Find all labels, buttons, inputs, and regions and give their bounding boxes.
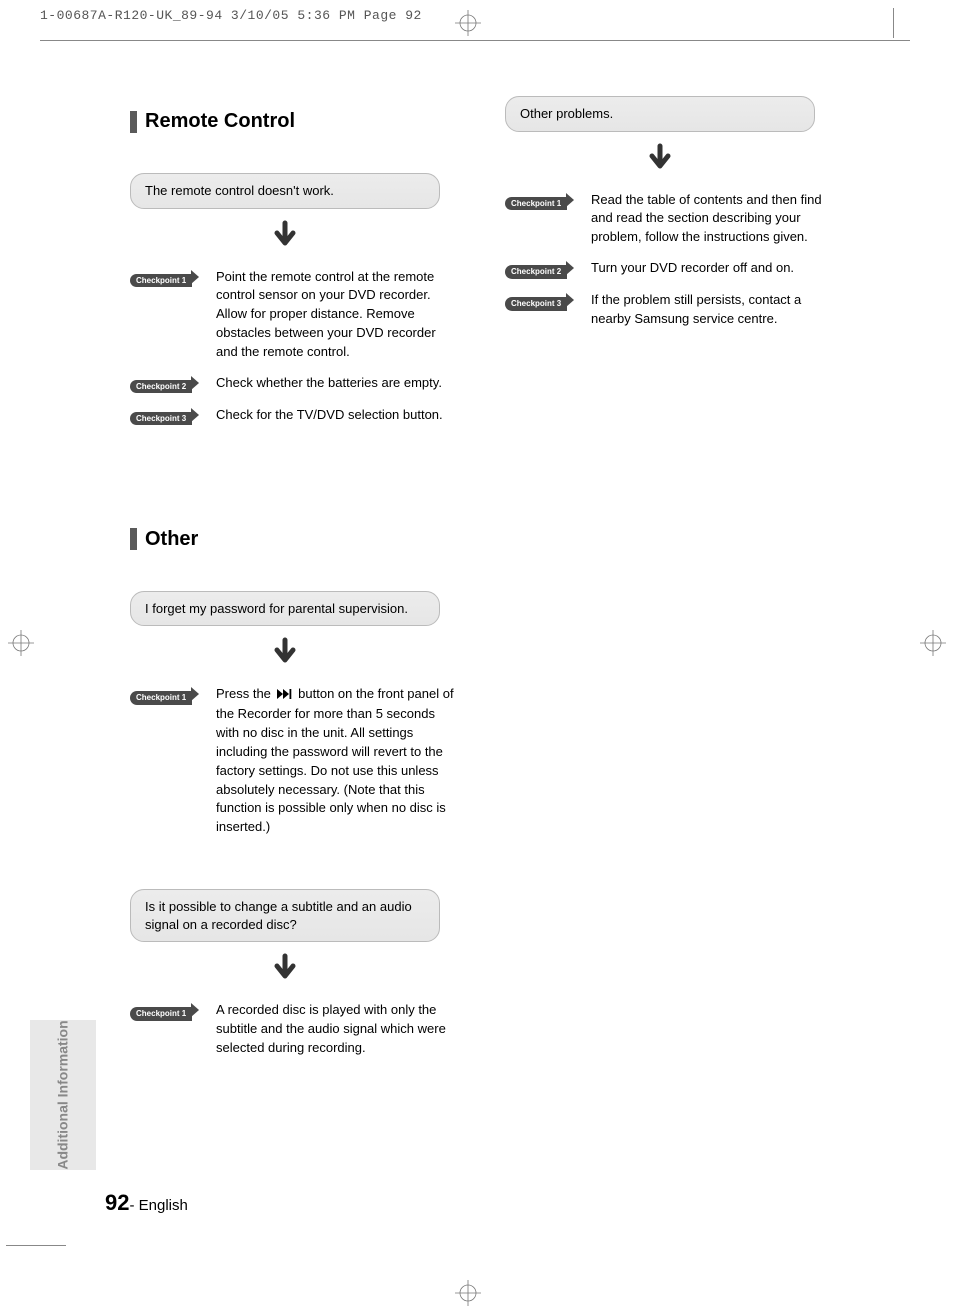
badge-arrow-icon	[566, 293, 574, 307]
badge-arrow-icon	[191, 408, 199, 422]
checkpoint-text: If the problem still persists, contact a…	[591, 291, 835, 329]
heading-text: Other	[145, 528, 198, 551]
right-column: Other problems. Checkpoint 1 Read the ta…	[505, 90, 840, 1070]
skip-forward-icon	[277, 686, 293, 705]
checkpoint-text: Turn your DVD recorder off and on.	[591, 259, 835, 278]
section-heading-remote: Remote Control	[130, 110, 465, 133]
side-tab: Additional Information	[30, 1020, 96, 1170]
checkpoint-badge: Checkpoint 1	[130, 270, 200, 288]
print-slug: 1-00687A-R120-UK_89-94 3/10/05 5:36 PM P…	[40, 8, 422, 23]
arrow-down-icon	[130, 952, 440, 989]
badge-arrow-icon	[191, 1003, 199, 1017]
checkpoint-row: Checkpoint 1 Point the remote control at…	[130, 268, 460, 362]
checkpoint-label: Checkpoint 3	[505, 297, 567, 311]
heading-text: Remote Control	[145, 110, 295, 133]
checkpoint-badge: Checkpoint 2	[130, 376, 200, 394]
cp-text-after: button on the front panel of the Recorde…	[216, 686, 454, 834]
checkpoint-row: Checkpoint 2 Turn your DVD recorder off …	[505, 259, 835, 279]
side-tab-label: Additional Information	[55, 1020, 71, 1169]
checkpoint-badge: Checkpoint 1	[505, 193, 575, 211]
checkpoint-row: Checkpoint 3 If the problem still persis…	[505, 291, 835, 329]
cp-text-before: Press the	[216, 686, 275, 701]
checkpoint-badge: Checkpoint 3	[130, 408, 200, 426]
left-column: Remote Control The remote control doesn'…	[130, 90, 465, 1070]
checkpoint-label: Checkpoint 3	[130, 412, 192, 426]
badge-arrow-icon	[566, 193, 574, 207]
badge-arrow-icon	[191, 687, 199, 701]
checkpoint-label: Checkpoint 1	[130, 1007, 192, 1021]
checkpoint-text: Check whether the batteries are empty.	[216, 374, 460, 393]
badge-arrow-icon	[191, 270, 199, 284]
checkpoint-label: Checkpoint 1	[130, 691, 192, 705]
checkpoint-text: Check for the TV/DVD selection button.	[216, 406, 460, 425]
checkpoint-row: Checkpoint 1 A recorded disc is played w…	[130, 1001, 460, 1058]
page-content: Remote Control The remote control doesn'…	[130, 90, 900, 1070]
badge-arrow-icon	[566, 261, 574, 275]
checkpoint-badge: Checkpoint 1	[130, 1003, 200, 1021]
problem-text: I forget my password for parental superv…	[145, 601, 408, 616]
problem-box: The remote control doesn't work.	[130, 173, 440, 209]
checkpoint-row: Checkpoint 3 Check for the TV/DVD select…	[130, 406, 460, 426]
registration-mark-icon	[455, 1280, 481, 1306]
checkpoint-row: Checkpoint 1 Read the table of contents …	[505, 191, 835, 248]
registration-mark-icon	[920, 630, 946, 656]
registration-mark-icon	[8, 630, 34, 656]
arrow-down-icon	[130, 219, 440, 256]
page-number: 92	[105, 1190, 129, 1215]
checkpoint-text: Point the remote control at the remote c…	[216, 268, 460, 362]
checkpoint-badge: Checkpoint 1	[130, 687, 200, 705]
checkpoint-badge: Checkpoint 2	[505, 261, 575, 279]
arrow-down-icon	[130, 636, 440, 673]
problem-text: The remote control doesn't work.	[145, 183, 334, 198]
checkpoint-label: Checkpoint 1	[130, 274, 192, 288]
problem-box: Other problems.	[505, 96, 815, 132]
checkpoint-text: Read the table of contents and then find…	[591, 191, 835, 248]
heading-bar-icon	[130, 111, 137, 133]
checkpoint-text: A recorded disc is played with only the …	[216, 1001, 460, 1058]
footer-sep: -	[129, 1197, 138, 1214]
checkpoint-badge: Checkpoint 3	[505, 293, 575, 311]
registration-mark-icon	[455, 10, 481, 36]
checkpoint-label: Checkpoint 1	[505, 197, 567, 211]
checkpoint-row: Checkpoint 2 Check whether the batteries…	[130, 374, 460, 394]
checkpoint-row: Checkpoint 1 Press the button on the fro…	[130, 685, 460, 837]
checkpoint-text: Press the button on the front panel of t…	[216, 685, 460, 837]
heading-bar-icon	[130, 528, 137, 550]
section-heading-other: Other	[130, 528, 465, 551]
crop-mark-icon	[893, 8, 894, 38]
footer-lang: English	[139, 1197, 188, 1214]
problem-box: I forget my password for parental superv…	[130, 591, 440, 627]
problem-text: Other problems.	[520, 106, 613, 121]
problem-box: Is it possible to change a subtitle and …	[130, 889, 440, 942]
arrow-down-icon	[505, 142, 815, 179]
page-footer: 92- English	[105, 1190, 188, 1216]
crop-mark-icon	[40, 40, 910, 41]
checkpoint-label: Checkpoint 2	[505, 265, 567, 279]
crop-mark-icon	[6, 1245, 66, 1246]
badge-arrow-icon	[191, 376, 199, 390]
checkpoint-label: Checkpoint 2	[130, 380, 192, 394]
problem-text: Is it possible to change a subtitle and …	[145, 899, 412, 932]
